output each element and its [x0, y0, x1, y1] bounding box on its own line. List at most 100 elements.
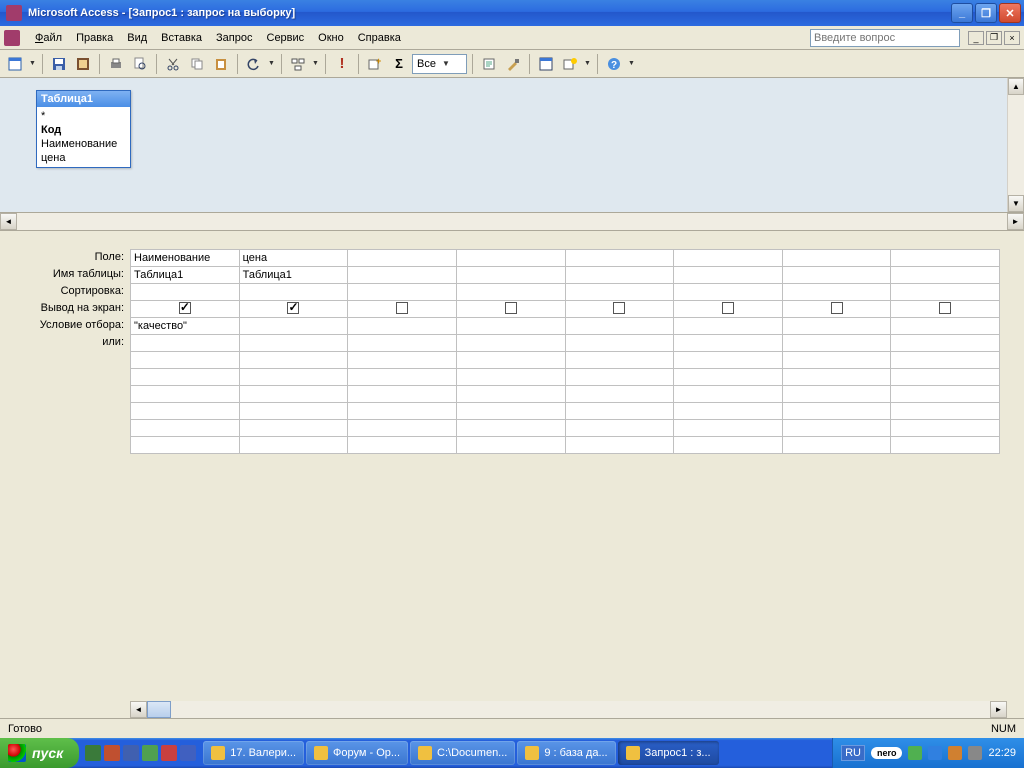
view-button[interactable]: [4, 53, 26, 75]
menu-insert[interactable]: Вставка: [154, 29, 209, 47]
grid-cell-field[interactable]: [456, 250, 565, 267]
grid-cell[interactable]: [782, 420, 891, 437]
grid-cell[interactable]: [891, 437, 1000, 454]
taskbar-item[interactable]: C:\Documen...: [410, 741, 515, 765]
grid-cell[interactable]: [891, 352, 1000, 369]
totals-button[interactable]: Σ: [388, 53, 410, 75]
grid-cell[interactable]: [565, 352, 674, 369]
grid-cell[interactable]: [674, 352, 783, 369]
grid-cell[interactable]: [456, 420, 565, 437]
scroll-up-icon[interactable]: ▲: [1008, 78, 1024, 95]
grid-cell[interactable]: [565, 437, 674, 454]
grid-cell-field[interactable]: [565, 250, 674, 267]
properties-button[interactable]: [478, 53, 500, 75]
grid-cell[interactable]: [239, 284, 348, 301]
grid-cell-criteria[interactable]: [565, 318, 674, 335]
grid-cell[interactable]: [348, 437, 457, 454]
grid-cell[interactable]: [674, 403, 783, 420]
design-grid[interactable]: НаименованиеценаТаблица1Таблица1"качеств…: [130, 231, 1024, 718]
grid-cell[interactable]: [348, 284, 457, 301]
grid-cell-table[interactable]: Таблица1: [131, 267, 240, 284]
grid-cell[interactable]: [131, 386, 240, 403]
grid-cell-table[interactable]: [348, 267, 457, 284]
ql-icon[interactable]: [104, 745, 120, 761]
grid-cell-field[interactable]: Наименование: [131, 250, 240, 267]
grid-cell[interactable]: [131, 284, 240, 301]
field-item[interactable]: Код: [41, 123, 126, 137]
grid-cell[interactable]: [565, 369, 674, 386]
grid-cell[interactable]: [131, 420, 240, 437]
grid-cell-criteria[interactable]: [456, 318, 565, 335]
grid-cell[interactable]: [674, 369, 783, 386]
grid-cell-show[interactable]: [348, 301, 457, 318]
grid-cell[interactable]: [239, 335, 348, 352]
grid-cell[interactable]: [131, 369, 240, 386]
minimize-button[interactable]: _: [951, 3, 973, 23]
cut-button[interactable]: [162, 53, 184, 75]
grid-cell[interactable]: [674, 437, 783, 454]
taskbar-item[interactable]: Форум - Op...: [306, 741, 408, 765]
grid-cell-field[interactable]: [348, 250, 457, 267]
grid-cell[interactable]: [456, 386, 565, 403]
menu-help[interactable]: Справка: [351, 29, 408, 47]
grid-cell-criteria[interactable]: [348, 318, 457, 335]
grid-cell-criteria[interactable]: [674, 318, 783, 335]
print-preview-button[interactable]: [129, 53, 151, 75]
ql-icon[interactable]: [123, 745, 139, 761]
grid-cell-table[interactable]: [891, 267, 1000, 284]
grid-cell-show[interactable]: [891, 301, 1000, 318]
grid-cell-field[interactable]: цена: [239, 250, 348, 267]
grid-cell[interactable]: [565, 403, 674, 420]
grid-cell-criteria[interactable]: [891, 318, 1000, 335]
grid-cell[interactable]: [891, 386, 1000, 403]
tray-icon[interactable]: [928, 746, 942, 760]
grid-cell-show[interactable]: [456, 301, 565, 318]
grid-cell-table[interactable]: [674, 267, 783, 284]
scroll-track[interactable]: [1008, 95, 1024, 195]
scroll-right-icon[interactable]: ►: [990, 701, 1007, 718]
scroll-right-icon[interactable]: ►: [1007, 213, 1024, 230]
grid-cell[interactable]: [239, 403, 348, 420]
grid-cell[interactable]: [565, 335, 674, 352]
grid-cell[interactable]: [456, 352, 565, 369]
menu-view[interactable]: Вид: [120, 29, 154, 47]
menu-tools[interactable]: Сервис: [260, 29, 312, 47]
help-button[interactable]: ?: [603, 53, 625, 75]
query-type-button[interactable]: [287, 53, 309, 75]
grid-cell-field[interactable]: [782, 250, 891, 267]
grid-cell[interactable]: [131, 403, 240, 420]
clock[interactable]: 22:29: [988, 747, 1016, 759]
table-field-list[interactable]: * Код Наименование цена: [37, 107, 130, 167]
grid-cell[interactable]: [348, 352, 457, 369]
grid-cell[interactable]: [782, 284, 891, 301]
grid-cell[interactable]: [348, 335, 457, 352]
grid-cell[interactable]: [782, 386, 891, 403]
grid-cell[interactable]: [674, 420, 783, 437]
grid-cell[interactable]: [891, 403, 1000, 420]
grid-cell[interactable]: [782, 437, 891, 454]
grid-cell[interactable]: [674, 386, 783, 403]
mdi-restore[interactable]: ❐: [986, 31, 1002, 45]
grid-cell-show[interactable]: [565, 301, 674, 318]
mdi-close[interactable]: ×: [1004, 31, 1020, 45]
undo-dropdown[interactable]: ▼: [267, 60, 276, 67]
build-button[interactable]: [502, 53, 524, 75]
query-type-dropdown[interactable]: ▼: [311, 60, 320, 67]
grid-cell[interactable]: [891, 284, 1000, 301]
diagram-pane[interactable]: Таблица1 * Код Наименование цена ▲ ▼: [0, 78, 1024, 213]
ql-icon[interactable]: [161, 745, 177, 761]
grid-cell-show[interactable]: [674, 301, 783, 318]
grid-cell-show[interactable]: [782, 301, 891, 318]
new-object-button[interactable]: [559, 53, 581, 75]
diagram-hscroll[interactable]: ◄ ►: [0, 213, 1024, 231]
grid-cell[interactable]: [782, 403, 891, 420]
top-values-combo[interactable]: Все▼: [412, 54, 467, 74]
grid-cell[interactable]: [131, 437, 240, 454]
grid-cell[interactable]: [456, 284, 565, 301]
grid-cell[interactable]: [239, 437, 348, 454]
copy-button[interactable]: [186, 53, 208, 75]
close-button[interactable]: ✕: [999, 3, 1021, 23]
new-object-dropdown[interactable]: ▼: [583, 60, 592, 67]
grid-cell-criteria[interactable]: [239, 318, 348, 335]
grid-cell[interactable]: [782, 369, 891, 386]
